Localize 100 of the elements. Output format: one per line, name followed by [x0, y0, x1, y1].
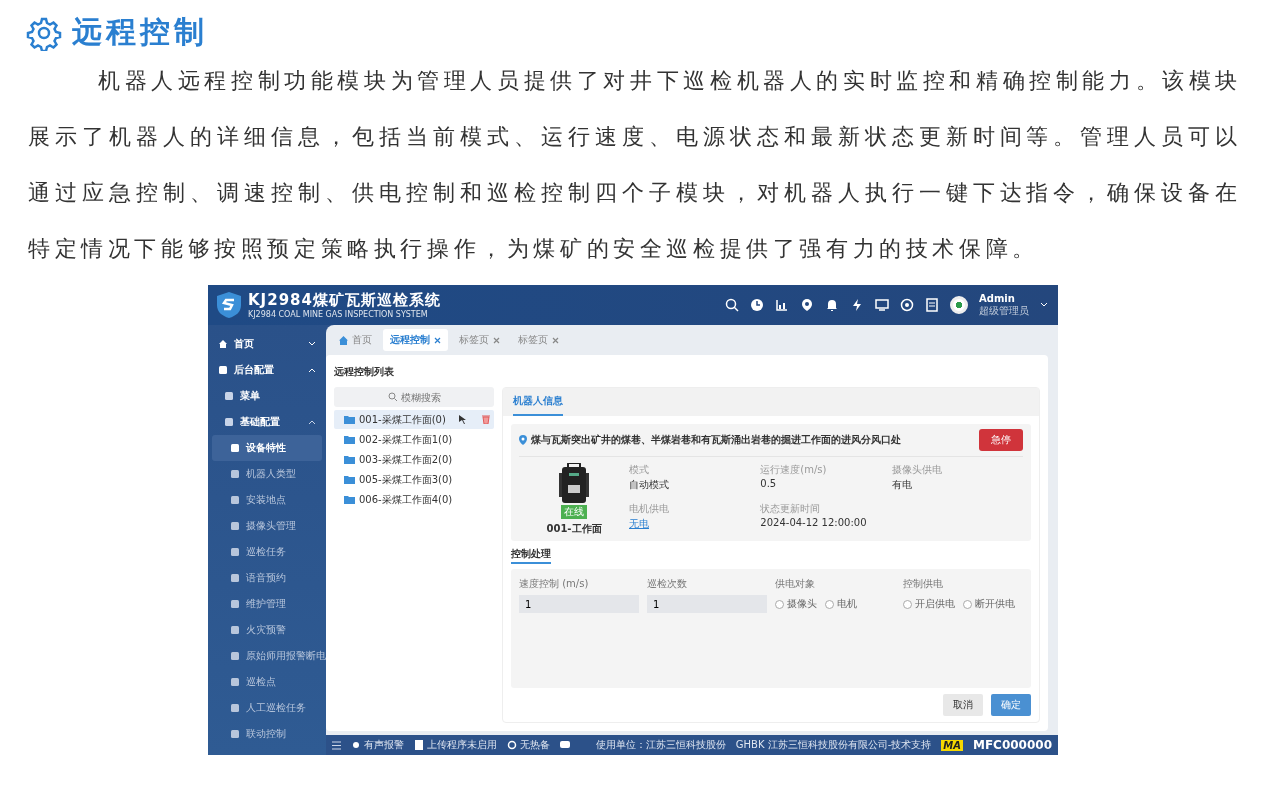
- unit-text: 使用单位：江苏三恒科技股份: [595, 738, 726, 752]
- section-heading: 远程控制: [72, 13, 208, 51]
- lightning-icon: [850, 298, 864, 312]
- status-text: 无热备: [520, 738, 550, 752]
- tree-item[interactable]: 006-采煤工作面4(0): [334, 490, 494, 509]
- square-icon: [230, 729, 240, 739]
- tree-item[interactable]: 005-采煤工作面3(0): [334, 470, 494, 489]
- search-icon: [388, 392, 398, 402]
- tab[interactable]: 首页: [332, 329, 379, 351]
- device-code: MFC000000: [972, 738, 1052, 752]
- radio-button[interactable]: [903, 599, 912, 609]
- support-text: GHBK 江苏三恒科技股份有限公司-技术支持: [735, 738, 932, 752]
- chevron-icon: [308, 367, 316, 373]
- square-icon: [224, 391, 234, 401]
- sidebar-item[interactable]: 设备特性: [212, 435, 322, 461]
- user-role: 超级管理员: [979, 303, 1029, 318]
- sidebar-item[interactable]: 摄像头管理: [212, 513, 322, 539]
- radio-button[interactable]: [775, 599, 784, 609]
- field-label: 供电对象: [775, 577, 816, 591]
- tree-item[interactable]: 003-采煤工作面2(0): [334, 450, 494, 469]
- home-icon: [339, 335, 348, 345]
- field-label: 摄像头供电: [891, 463, 943, 477]
- square-icon: [230, 469, 240, 479]
- body-paragraph: 机器人远程控制功能模块为管理人员提供了对井下巡检机器人的实时监控和精确控制能力。该模块展示了机器人的详细信息，包括当前模式、运行速度、电源状态和最新状态更新时间等。管理人员可以通过应急控制、调速控制、供电控制和巡检控制四个子模块，对机器人执行一键下达指令，确保设备在特定情况下能够按照预定策略执行操作，为煤矿的安全巡检提供了强有力的技术保障。: [28, 67, 1242, 263]
- close-icon: [493, 336, 500, 344]
- location-text: 煤与瓦斯突出矿井的煤巷、半煤岩巷和有瓦斯涌出岩巷的掘进工作面的进风分风口处: [531, 433, 902, 447]
- tree-item[interactable]: 002-采煤工作面1(0): [334, 430, 494, 449]
- field-link[interactable]: 无电: [629, 517, 761, 531]
- sidebar-item[interactable]: 人工巡检任务: [212, 695, 322, 721]
- sidebar-item[interactable]: 巡检任务: [212, 539, 322, 565]
- cancel-button[interactable]: 取消: [943, 694, 983, 716]
- radio-option[interactable]: 摄像头: [775, 597, 817, 611]
- sidebar-item[interactable]: 安装地点: [212, 487, 322, 513]
- location-pin-icon: [519, 435, 527, 445]
- field-value: 2024-04-12 12:00:00: [760, 517, 868, 528]
- section-tab[interactable]: 控制处理: [511, 547, 551, 564]
- monitor-icon: [875, 298, 889, 312]
- status-text: 有声报警: [364, 738, 404, 752]
- search-field[interactable]: 模糊搜索: [334, 387, 494, 407]
- tree-item[interactable]: 001-采煤工作面(0): [334, 410, 494, 429]
- message-icon: [560, 740, 570, 750]
- search-icon: [725, 298, 739, 312]
- field-value: 自动模式: [629, 478, 670, 492]
- square-icon: [230, 547, 240, 557]
- field-value: 有电: [891, 478, 913, 492]
- list-title: 远程控制列表: [334, 365, 395, 379]
- field-label: 状态更新时间: [760, 502, 822, 516]
- close-icon: [552, 336, 559, 344]
- square-icon: [230, 625, 240, 635]
- field-value: 0.5: [760, 478, 778, 489]
- input-field[interactable]: 1: [519, 595, 639, 613]
- avatar: [950, 296, 968, 314]
- tab[interactable]: 标签页: [511, 329, 566, 351]
- emergency-stop-button[interactable]: 急停: [979, 429, 1023, 451]
- panel-tab[interactable]: 机器人信息: [513, 388, 563, 416]
- input-field[interactable]: 1: [647, 595, 767, 613]
- sidebar-item[interactable]: 火灾预警: [212, 617, 322, 643]
- field-label: 电机供电: [629, 502, 670, 516]
- cursor-icon: [459, 415, 466, 424]
- sidebar-item[interactable]: 基础配置: [212, 409, 322, 435]
- field-label: 巡检次数: [647, 577, 688, 591]
- sidebar-item[interactable]: 巡检点: [212, 669, 322, 695]
- bell-icon: [825, 298, 839, 312]
- tab[interactable]: 标签页: [452, 329, 507, 351]
- square-icon: [230, 573, 240, 583]
- radio-option[interactable]: 断开供电: [963, 597, 1015, 611]
- chevron-icon: [308, 419, 316, 425]
- trash-icon: [482, 415, 490, 424]
- square-icon: [224, 417, 234, 427]
- sidebar-item[interactable]: 菜单: [212, 383, 322, 409]
- app-subtitle: KJ2984 COAL MINE GAS INSPECTION SYSTEM: [248, 310, 429, 319]
- square-icon: [230, 677, 240, 687]
- square-icon: [230, 495, 240, 505]
- radio-option[interactable]: 开启供电: [903, 597, 955, 611]
- field-label: 速度控制 (m/s): [519, 577, 590, 591]
- square-icon: [230, 703, 240, 713]
- confirm-button[interactable]: 确定: [991, 694, 1031, 716]
- document-icon: [925, 298, 939, 312]
- close-icon: [434, 336, 441, 344]
- folder-icon: [344, 455, 355, 464]
- sidebar-item[interactable]: 维护管理: [212, 591, 322, 617]
- document-icon: [414, 740, 424, 750]
- sidebar-item[interactable]: 后台配置: [212, 357, 322, 383]
- sidebar-item[interactable]: 首页: [212, 331, 322, 357]
- folder-icon: [344, 415, 355, 424]
- app-title: KJ2984煤矿瓦斯巡检系统: [248, 291, 441, 310]
- square-icon: [218, 365, 228, 375]
- sidebar-item[interactable]: 语音预约: [212, 565, 322, 591]
- radio-button[interactable]: [963, 599, 972, 609]
- clock-icon: [750, 298, 764, 312]
- home-icon: [218, 339, 228, 349]
- sidebar-item[interactable]: 机器人类型: [212, 461, 322, 487]
- sidebar-item[interactable]: 联动控制: [212, 721, 322, 747]
- folder-icon: [344, 475, 355, 484]
- tab[interactable]: 远程控制: [383, 329, 448, 351]
- radio-option[interactable]: 电机: [825, 597, 857, 611]
- radio-button[interactable]: [825, 599, 834, 609]
- status-badge: 在线: [561, 505, 587, 519]
- field-label: 控制供电: [903, 577, 944, 591]
- list-icon: [332, 740, 341, 750]
